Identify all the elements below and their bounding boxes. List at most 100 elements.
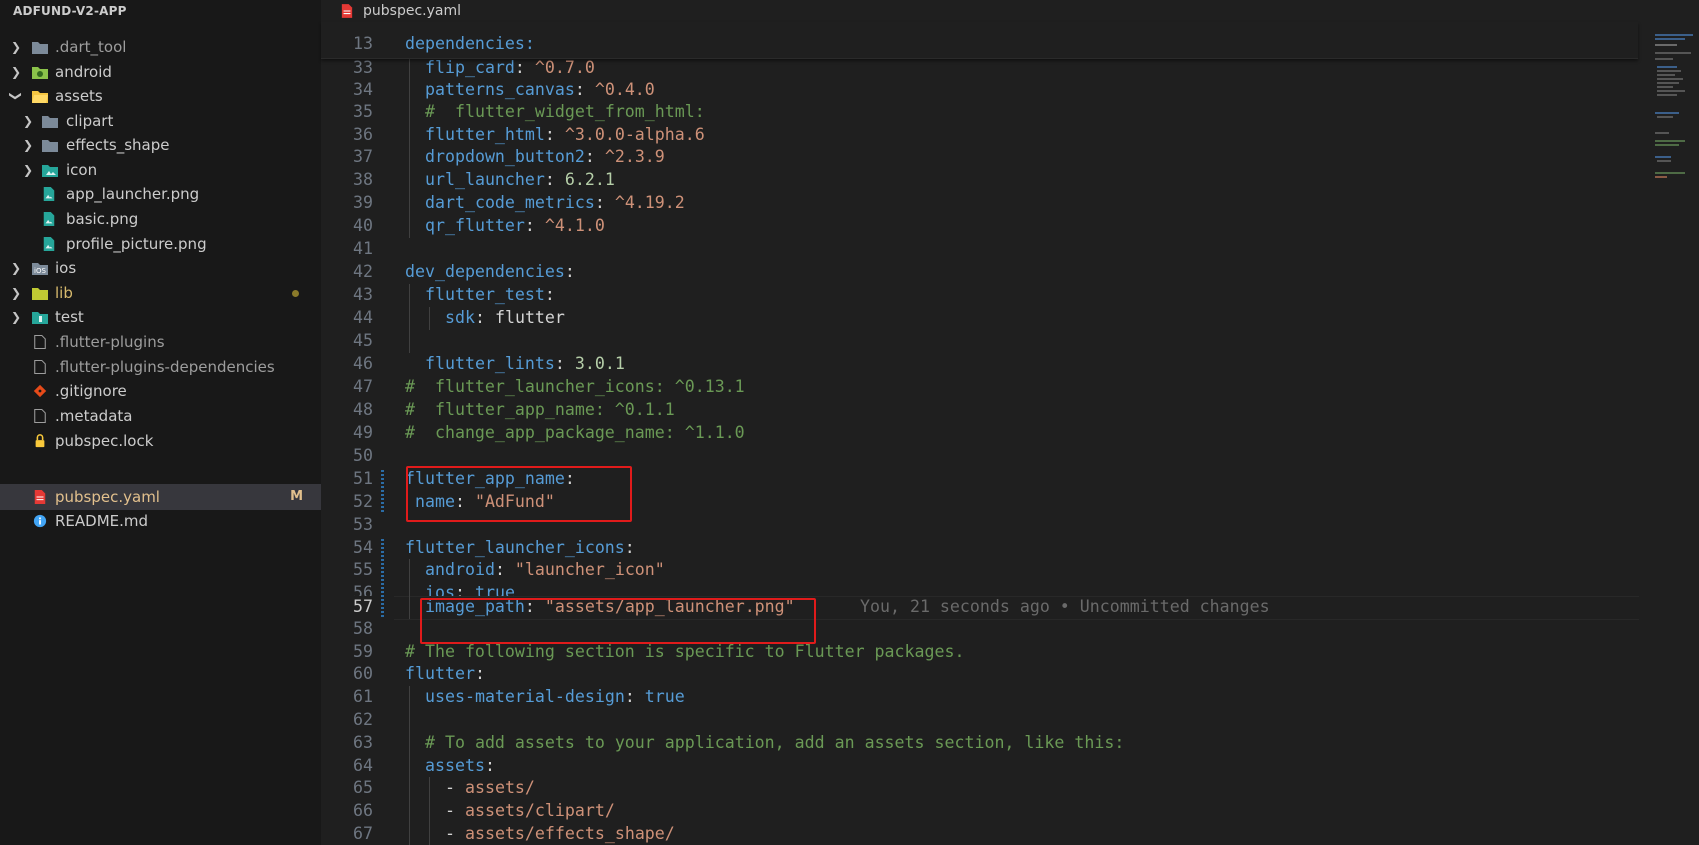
code-line-64[interactable]: 64 assets:	[321, 755, 1651, 777]
code-line-54[interactable]: 54 flutter_launcher_icons:	[321, 537, 1651, 559]
tree-item-label: .flutter-plugins-dependencies	[55, 358, 275, 376]
code-line-60[interactable]: 60 flutter:	[321, 663, 1651, 685]
tree-item-readme[interactable]: README.md	[0, 508, 321, 534]
tree-item-pubspec-yaml[interactable]: pubspec.yaml M	[0, 483, 321, 510]
tree-item-clipart[interactable]: ❯ clipart	[0, 108, 321, 134]
tree-item-icon[interactable]: ❯ icon	[0, 157, 321, 183]
code-line-45[interactable]: 45	[321, 330, 1651, 352]
code-line-36[interactable]: 36 flutter_html: ^3.0.0-alpha.6	[321, 124, 1651, 146]
tree-item-android[interactable]: ❯ android	[0, 59, 321, 85]
tree-item-effects-shape[interactable]: ❯ effects_shape	[0, 132, 321, 158]
sticky-line[interactable]: 13 dependencies:	[321, 33, 1651, 55]
yaml-value: ^0.7.0	[534, 58, 595, 77]
code-line-41[interactable]: 41	[321, 238, 1651, 260]
chevron-right-icon[interactable]: ❯	[22, 132, 34, 158]
code-line-42[interactable]: 42 dev_dependencies:	[321, 261, 1651, 283]
line-number: 35	[353, 102, 373, 121]
chevron-right-icon[interactable]: ❯	[22, 108, 34, 134]
code-line-66[interactable]: 66- assets/clipart/	[321, 800, 1651, 822]
line-number: 61	[353, 687, 373, 706]
chevron-down-icon[interactable]: ❯	[3, 90, 29, 102]
chevron-right-icon[interactable]: ❯	[10, 255, 22, 281]
yaml-value: 6.2.1	[564, 170, 615, 189]
code-line-59[interactable]: 59 # The following section is specific to…	[321, 641, 1651, 663]
tree-item-label: basic.png	[66, 210, 139, 228]
code-line-63[interactable]: 63 # To add assets to your application, a…	[321, 732, 1651, 754]
chevron-right-icon[interactable]: ❯	[10, 59, 22, 85]
tree-item-app-launcher-png[interactable]: app_launcher.png	[0, 181, 321, 207]
tree-item-label: README.md	[55, 512, 149, 530]
code-line-65[interactable]: 65- assets/	[321, 777, 1651, 799]
editor-pane[interactable]: pubspec.yaml 33 flip_card: ^0.7.0 34 patte…	[321, 0, 1699, 845]
tree-item-test[interactable]: ❯ test	[0, 304, 321, 330]
code-line-44[interactable]: 44 sdk: flutter	[321, 307, 1651, 329]
line-number: 45	[353, 331, 373, 350]
tree-item-flutter-plugins-dependencies[interactable]: .flutter-plugins-dependencies	[0, 354, 321, 380]
line-number: 33	[353, 58, 373, 77]
yaml-key: patterns_canvas	[425, 80, 575, 99]
tree-item-label: .gitignore	[55, 382, 127, 400]
code-line-56[interactable]: 56 ios: true	[321, 582, 1651, 596]
git-change-marker[interactable]	[381, 470, 384, 514]
code-line-37[interactable]: 37 dropdown_button2: ^2.3.9	[321, 146, 1651, 168]
yaml-key: flip_card	[425, 58, 515, 77]
code-line-46[interactable]: 46 flutter_lints: 3.0.1	[321, 353, 1651, 375]
minimap[interactable]	[1651, 22, 1699, 845]
code-line-35[interactable]: 35 # flutter_widget_from_html:	[321, 101, 1651, 123]
tree-item-dart-tool[interactable]: ❯ .dart_tool	[0, 34, 321, 60]
code-line-47[interactable]: 47 # flutter_launcher_icons: ^0.13.1	[321, 376, 1651, 398]
code-line-40[interactable]: 40 qr_flutter: ^4.1.0	[321, 215, 1651, 237]
code-line-38[interactable]: 38 url_launcher: 6.2.1	[321, 169, 1651, 191]
line-number: 48	[353, 400, 373, 419]
line-number: 39	[353, 193, 373, 212]
chevron-right-icon[interactable]: ❯	[10, 280, 22, 306]
code-line-33[interactable]: 33 flip_card: ^0.7.0	[321, 57, 1651, 79]
code-line-49[interactable]: 49 # change_app_package_name: ^1.1.0	[321, 422, 1651, 444]
tree-item-basic-png[interactable]: basic.png	[0, 206, 321, 232]
line-number: 58	[353, 619, 373, 638]
line-number: 43	[353, 285, 373, 304]
tab-pubspec-yaml[interactable]: pubspec.yaml	[321, 0, 471, 22]
tree-item-label: android	[55, 63, 112, 81]
tree-item-flutter-plugins[interactable]: .flutter-plugins	[0, 329, 321, 355]
tree-item-gitignore[interactable]: .gitignore	[0, 378, 321, 404]
line-number: 42	[353, 262, 373, 281]
yaml-key: dev_dependencies	[405, 262, 565, 281]
tree-item-label: .dart_tool	[55, 38, 127, 56]
tab-label: pubspec.yaml	[363, 3, 461, 19]
line-number: 54	[353, 538, 373, 557]
code-line-39[interactable]: 39 dart_code_metrics: ^4.19.2	[321, 192, 1651, 214]
sticky-scroll-header[interactable]: 13 dependencies:	[321, 22, 1638, 59]
code-line-48[interactable]: 48 # flutter_app_name: ^0.1.1	[321, 399, 1651, 421]
yaml-value: ^2.3.9	[604, 147, 665, 166]
tree-item-metadata[interactable]: .metadata	[0, 403, 321, 429]
yaml-value: assets/	[464, 778, 535, 797]
ios-folder-icon: iOS	[32, 263, 48, 275]
code-line-55[interactable]: 55 android: "launcher_icon"	[321, 559, 1651, 581]
git-change-marker[interactable]	[381, 539, 384, 618]
tree-item-lib[interactable]: ❯ lib	[0, 280, 321, 306]
tree-item-profile-picture-png[interactable]: profile_picture.png	[0, 231, 321, 257]
code-line-34[interactable]: 34 patterns_canvas: ^0.4.0	[321, 79, 1651, 101]
line-number: 46	[353, 354, 373, 373]
chevron-right-icon[interactable]: ❯	[22, 157, 34, 183]
file-icon	[34, 360, 46, 374]
chevron-right-icon[interactable]: ❯	[10, 34, 22, 60]
code-line-50[interactable]: 50	[321, 445, 1651, 467]
yaml-value: ^0.4.0	[594, 80, 655, 99]
code-line-61[interactable]: 61 uses-material-design: true	[321, 686, 1651, 708]
tree-item-label: test	[55, 308, 84, 326]
tree-item-pubspec-lock[interactable]: pubspec.lock	[0, 428, 321, 454]
line-number: 66	[353, 801, 373, 820]
code-line-43[interactable]: 43 flutter_test:	[321, 284, 1651, 306]
modified-dot-icon	[292, 290, 299, 297]
line-number: 36	[353, 125, 373, 144]
tree-item-ios[interactable]: ❯ iOS ios	[0, 255, 321, 281]
code-line-62[interactable]: 62	[321, 709, 1651, 731]
explorer-root-title[interactable]: ADFUND-V2-APP	[0, 0, 321, 22]
chevron-right-icon[interactable]: ❯	[10, 304, 22, 330]
svg-text:iOS: iOS	[34, 267, 46, 275]
code-line-67[interactable]: 67- assets/effects_shape/	[321, 823, 1651, 845]
tree-item-assets[interactable]: ❯ assets	[0, 83, 321, 109]
highlight-box-app-name	[406, 466, 632, 522]
